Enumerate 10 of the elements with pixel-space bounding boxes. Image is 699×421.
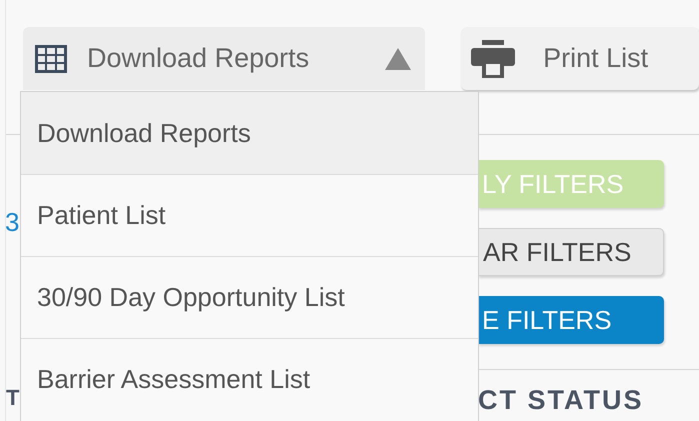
column-header: T [6,387,20,409]
menu-item[interactable]: Download Reports [21,92,478,174]
filter-button[interactable]: AR FILTERS [478,228,664,276]
column-header: CT STATUS [478,387,644,414]
download-reports-button[interactable]: Download Reports [23,27,426,90]
filter-button[interactable]: E FILTERS [478,296,664,344]
print-list-button[interactable]: Print List [461,27,699,90]
caret-up-icon [385,48,412,70]
printer-icon [471,40,516,78]
table-icon [35,44,67,72]
